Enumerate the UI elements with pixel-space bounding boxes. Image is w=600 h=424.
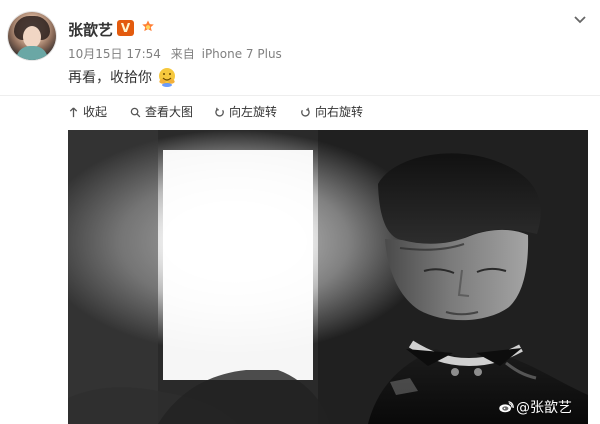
rotate-right-label: 向右旋转 [315,105,364,119]
source-label: 来自 [170,47,195,61]
verified-badge-icon[interactable]: V [117,20,134,36]
username-link[interactable]: 张歆艺 [68,19,113,40]
collapse-label: 收起 [83,105,108,119]
rotate-left-label: 向左旋转 [229,105,278,119]
view-large-image-label: 查看大图 [145,105,194,119]
divider [0,95,600,96]
weibo-logo-icon [499,401,514,413]
watermark-text: @张歆艺 [516,400,572,416]
view-large-image-button[interactable]: 查看大图 [130,103,193,121]
avatar-face-shape [23,26,41,48]
rotate-left-icon [215,107,224,117]
post-text: 再看，收拾你 [68,70,152,86]
post-meta: 10月15日 17:54 来自 iPhone 7 Plus [68,45,282,62]
post-date[interactable]: 10月15日 17:54 [68,45,161,62]
rotate-right-button[interactable]: 向右旋转 [300,103,363,121]
post-image-graphic [68,130,588,424]
hugging-face-emoji-icon [156,66,178,88]
chevron-down-icon[interactable] [572,11,588,27]
avatar-clothing-shape [16,46,48,60]
collapse-button[interactable]: 收起 [68,103,107,121]
collapse-icon [69,106,78,117]
search-icon [130,107,141,117]
avatar[interactable] [8,12,56,60]
source-device[interactable]: iPhone 7 Plus [202,47,282,61]
post-image[interactable]: @张歆艺 [68,130,588,424]
fan-badge-icon[interactable] [140,19,156,35]
rotate-left-button[interactable]: 向左旋转 [214,103,277,121]
rotate-right-icon [301,107,310,117]
image-watermark: @张歆艺 [497,397,572,417]
